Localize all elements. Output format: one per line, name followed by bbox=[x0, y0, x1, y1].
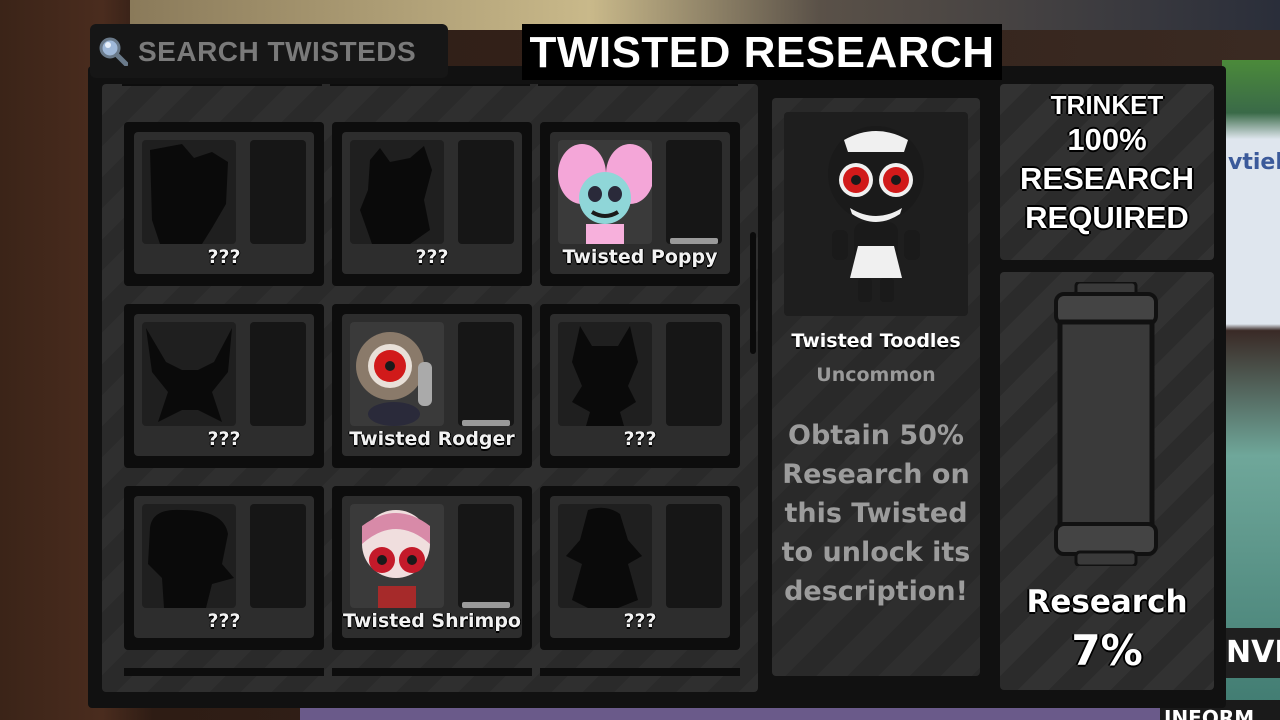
twisted-card[interactable]: ??? bbox=[332, 122, 532, 286]
twisted-card[interactable]: ??? bbox=[124, 304, 324, 468]
twisted-rodger-portrait bbox=[350, 322, 444, 426]
twisted-card[interactable]: ??? bbox=[540, 304, 740, 468]
page-title: TWISTED RESEARCH bbox=[529, 28, 995, 77]
card-partial-bottom bbox=[124, 668, 324, 676]
invite-button-partial[interactable]: NVIT bbox=[1222, 628, 1280, 678]
locked-silhouette bbox=[558, 504, 652, 608]
card-name: ??? bbox=[623, 428, 657, 450]
research-progress-panel: Research 7% bbox=[1000, 272, 1214, 690]
research-bar bbox=[458, 504, 514, 608]
card-partial-bottom bbox=[332, 668, 532, 676]
research-tube-gauge bbox=[1054, 282, 1158, 566]
trinket-label: TRINKET bbox=[1050, 90, 1164, 120]
card-name: Twisted Rodger bbox=[349, 428, 515, 450]
research-bar-fill bbox=[462, 602, 510, 608]
twisted-shrimpo-portrait bbox=[350, 504, 444, 608]
locked-silhouette bbox=[142, 322, 236, 426]
twisted-detail-panel: Twisted Toodles Uncommon Obtain 50% Rese… bbox=[772, 98, 980, 676]
background-partial-text: vtiel) bbox=[1228, 150, 1280, 175]
research-bar bbox=[666, 504, 722, 608]
card-partial-top bbox=[330, 84, 530, 86]
locked-silhouette bbox=[350, 140, 444, 244]
research-bar-fill bbox=[670, 238, 718, 244]
title-banner: TWISTED RESEARCH bbox=[522, 24, 1002, 80]
research-bar bbox=[458, 140, 514, 244]
grid-scrollbar[interactable] bbox=[750, 232, 756, 354]
background-floor bbox=[300, 708, 1160, 720]
research-bar bbox=[250, 322, 306, 426]
trinket-research: RESEARCH bbox=[1020, 161, 1194, 196]
research-bar bbox=[666, 140, 722, 244]
card-name: ??? bbox=[623, 610, 657, 632]
card-name: ??? bbox=[207, 246, 241, 268]
card-name: Twisted Shrimpo bbox=[343, 610, 521, 632]
twisted-card[interactable]: Twisted Shrimpo bbox=[332, 486, 532, 650]
twisted-card[interactable]: Twisted Poppy bbox=[540, 122, 740, 286]
trinket-percent: 100% bbox=[1067, 122, 1147, 157]
twisted-card[interactable]: ??? bbox=[124, 486, 324, 650]
research-value: 7% bbox=[1071, 626, 1143, 675]
research-bar bbox=[250, 140, 306, 244]
card-name: ??? bbox=[207, 428, 241, 450]
locked-silhouette bbox=[142, 140, 236, 244]
card-name: ??? bbox=[415, 246, 449, 268]
detail-description: Obtain 50% Research on this Twisted to u… bbox=[781, 420, 971, 607]
card-name: Twisted Poppy bbox=[562, 246, 718, 268]
research-bar bbox=[458, 322, 514, 426]
locked-silhouette bbox=[558, 322, 652, 426]
research-bar bbox=[666, 322, 722, 426]
research-label: Research bbox=[1026, 584, 1188, 620]
twisted-toodles-portrait bbox=[784, 112, 968, 316]
card-name: ??? bbox=[207, 610, 241, 632]
research-bar-fill bbox=[462, 420, 510, 426]
card-partial-top bbox=[538, 84, 738, 86]
detail-rarity: Uncommon bbox=[816, 364, 936, 386]
twisteds-grid: ??? ??? Twisted Poppy ??? Twisted Rodger… bbox=[102, 84, 758, 692]
card-partial-bottom bbox=[540, 668, 740, 676]
card-partial-top bbox=[122, 84, 322, 86]
twisted-card[interactable]: ??? bbox=[540, 486, 740, 650]
trinket-requirement-panel: TRINKET 100% RESEARCH REQUIRED bbox=[1000, 84, 1214, 260]
search-twisteds-field[interactable]: SEARCH TWISTEDS bbox=[90, 24, 448, 78]
search-icon bbox=[99, 37, 128, 66]
trinket-required: REQUIRED bbox=[1025, 200, 1189, 235]
detail-name: Twisted Toodles bbox=[791, 330, 961, 352]
twisted-card[interactable]: Twisted Rodger bbox=[332, 304, 532, 468]
search-input[interactable]: SEARCH TWISTEDS bbox=[138, 36, 416, 68]
twisted-poppy-portrait bbox=[558, 140, 652, 244]
locked-silhouette bbox=[142, 504, 236, 608]
twisted-card[interactable]: ??? bbox=[124, 122, 324, 286]
research-bar bbox=[250, 504, 306, 608]
